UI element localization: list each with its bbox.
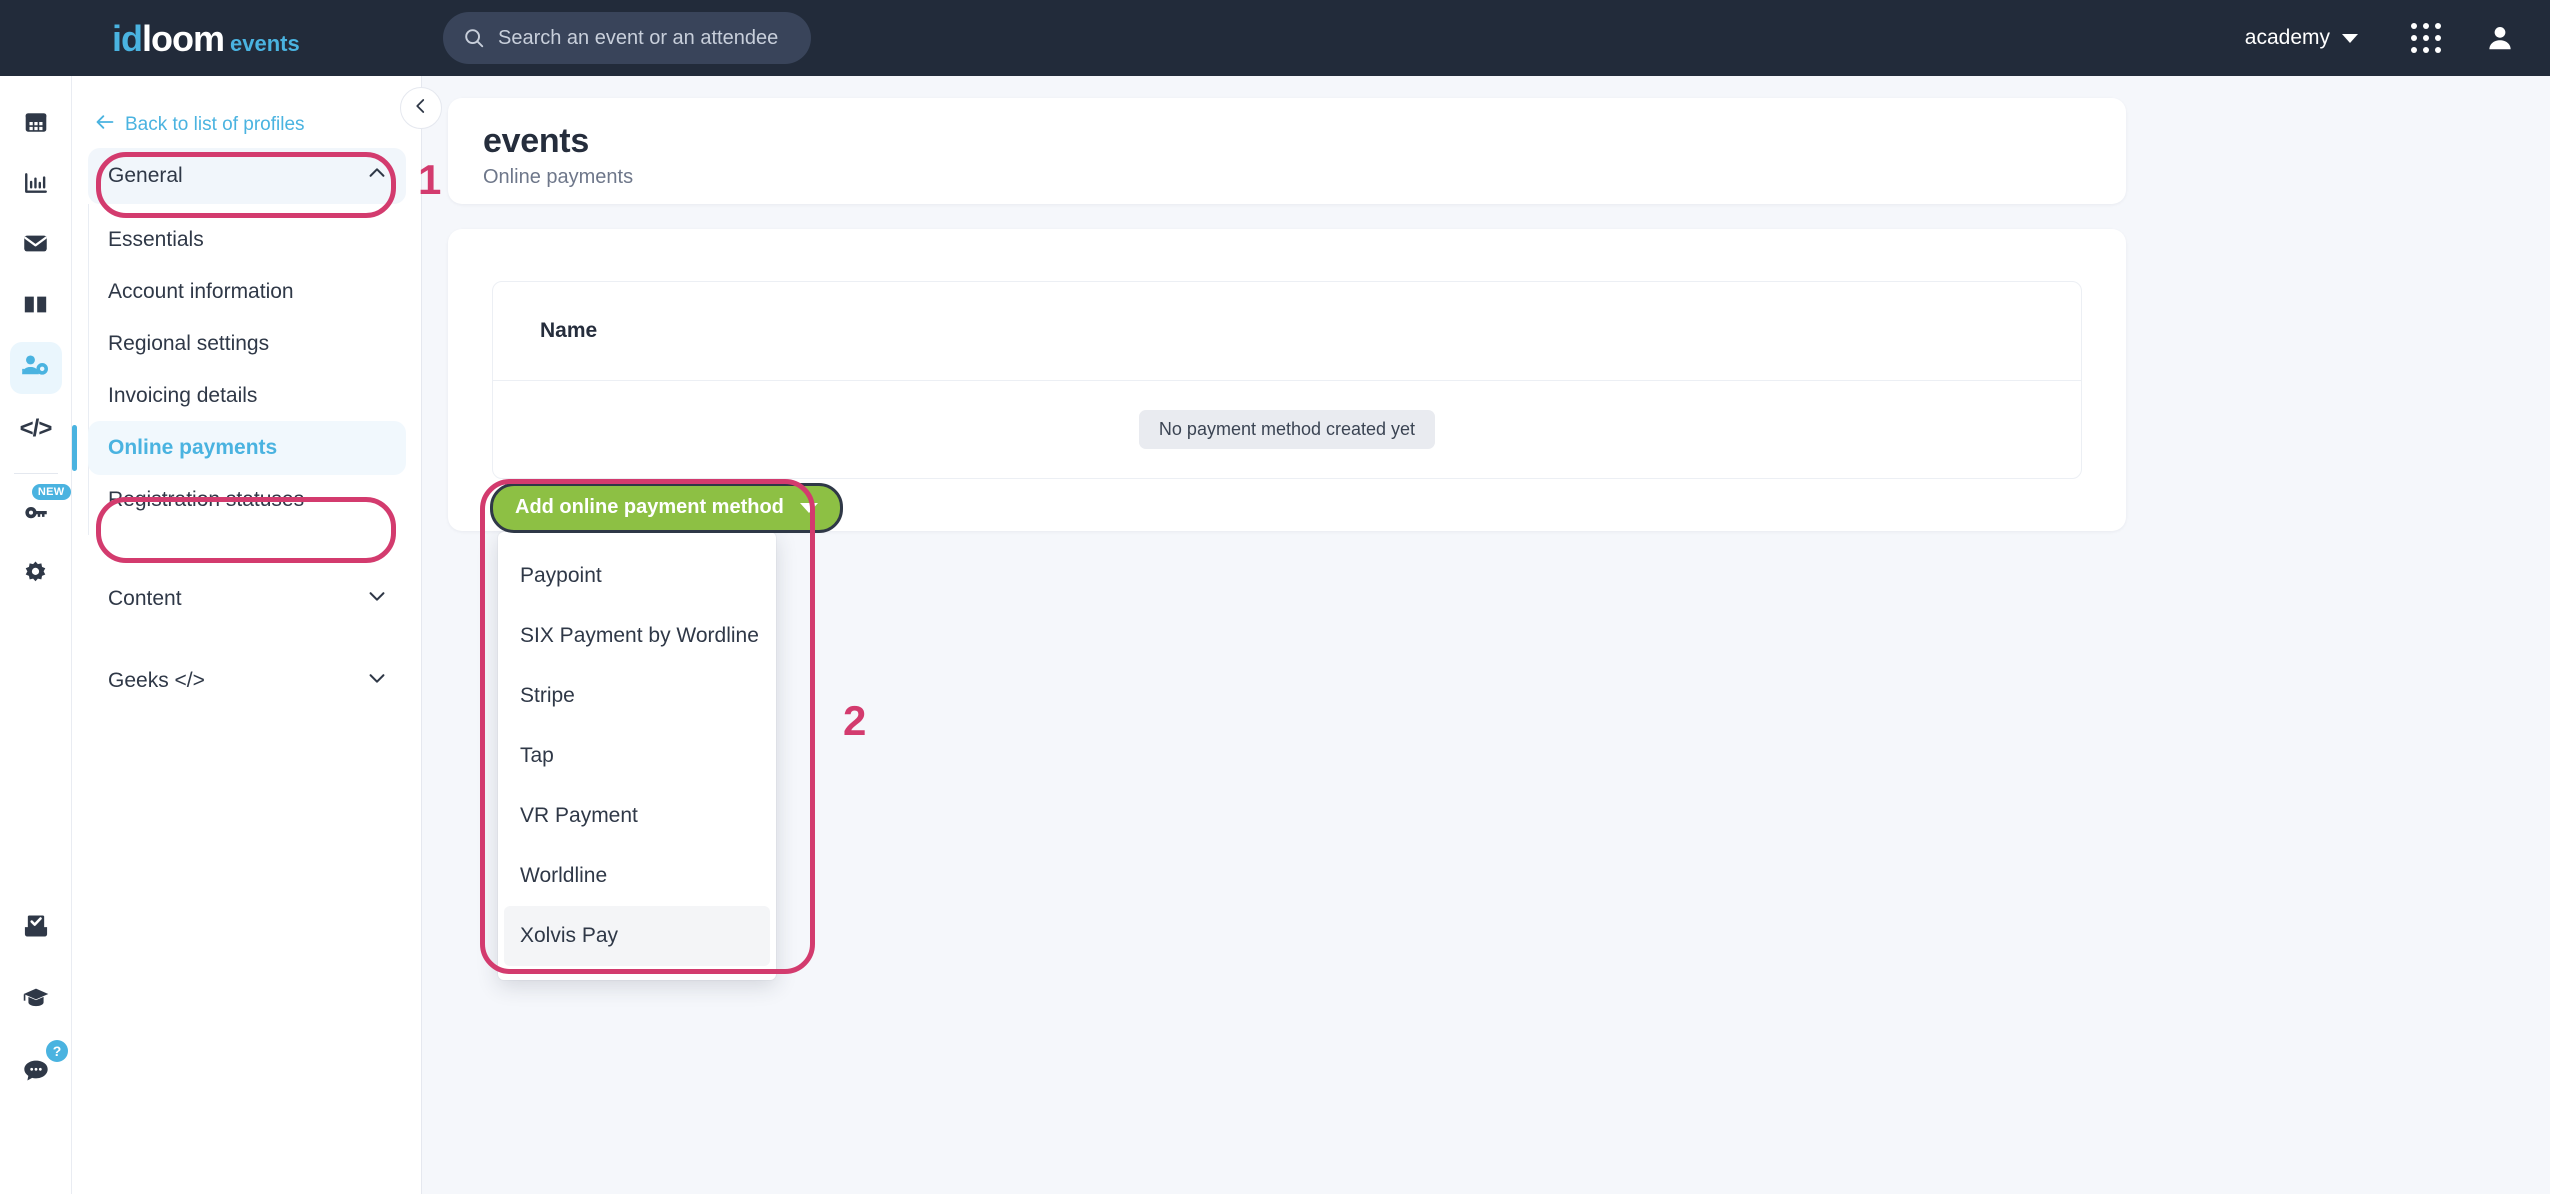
rail-item-email[interactable] (10, 220, 62, 272)
add-online-payment-method-button[interactable]: Add online payment method (490, 483, 843, 533)
search-box[interactable]: Search an event or an attendee (443, 12, 811, 64)
search-input-placeholder[interactable]: Search an event or an attendee (498, 27, 778, 50)
code-icon: </> (20, 415, 52, 443)
arrow-left-icon (95, 112, 115, 138)
menu-item-stripe-label: Stripe (520, 684, 575, 708)
table-header-row: Name (493, 282, 2081, 380)
rail-item-academy[interactable] (10, 974, 62, 1026)
statistics-icon (23, 170, 49, 201)
menu-item-worldline[interactable]: Worldline (498, 846, 776, 906)
logo-id-text: id (112, 18, 142, 60)
grid-apps-icon[interactable] (2398, 10, 2454, 66)
menu-item-stripe[interactable]: Stripe (498, 666, 776, 726)
top-bar: idloom events Search an event or an atte… (0, 0, 2550, 76)
email-icon (22, 230, 49, 262)
empty-state-message: No payment method created yet (1139, 410, 1435, 449)
key-icon (22, 498, 49, 530)
rail-item-settings[interactable] (10, 549, 62, 601)
rail-item-statistics[interactable] (10, 159, 62, 211)
rail-item-user-settings[interactable] (10, 342, 62, 394)
nav-group-general-label: General (108, 164, 183, 188)
nav-item-essentials[interactable]: Essentials (88, 213, 406, 267)
new-badge: NEW (32, 484, 71, 500)
menu-item-six-payment-by-wordline[interactable]: SIX Payment by Wordline (498, 606, 776, 666)
nav-group-general[interactable]: General (88, 148, 406, 204)
user-settings-icon (21, 352, 50, 384)
nav-group-geeks-label: Geeks </> (108, 669, 205, 693)
column-header-name: Name (540, 319, 597, 343)
settings-nav-panel: Back to list of profiles General Essenti… (72, 76, 422, 1194)
app-root: idloom events Search an event or an atte… (0, 0, 2550, 1194)
collapse-panel-button[interactable] (400, 87, 442, 129)
page-title: events (483, 122, 589, 161)
nav-item-invoicing-details-label: Invoicing details (108, 384, 257, 408)
caret-down-icon (800, 503, 818, 513)
menu-item-vr-payment-label: VR Payment (520, 804, 638, 828)
nav-item-essentials-label: Essentials (108, 228, 204, 252)
menu-item-vr-payment[interactable]: VR Payment (498, 786, 776, 846)
nav-item-account-information[interactable]: Account information (88, 265, 406, 319)
nav-group-content[interactable]: Content (88, 571, 406, 627)
add-payment-method-dropdown: Add online payment method Paypoint SIX P… (490, 483, 843, 533)
nav-item-registration-statuses[interactable]: Registration statuses (88, 473, 406, 527)
nav-item-online-payments-label: Online payments (108, 436, 277, 460)
account-name-label: academy (2245, 26, 2330, 50)
menu-item-paypoint[interactable]: Paypoint (498, 546, 776, 606)
rail-divider (14, 473, 58, 474)
back-link-label: Back to list of profiles (125, 114, 305, 136)
chevron-left-icon (412, 97, 430, 120)
rail-item-calendar[interactable] (10, 98, 62, 150)
nav-item-regional-settings-label: Regional settings (108, 332, 269, 356)
calendar-icon (23, 109, 49, 140)
nav-item-registration-statuses-label: Registration statuses (108, 488, 304, 512)
menu-item-xolvis-pay-label: Xolvis Pay (520, 924, 618, 948)
page-header-card: events Online payments (448, 98, 2126, 204)
user-avatar-icon[interactable] (2472, 10, 2528, 66)
nav-item-regional-settings[interactable]: Regional settings (88, 317, 406, 371)
chevron-up-icon (366, 162, 388, 190)
nav-group-general-items: Essentials Account information Regional … (72, 204, 422, 535)
chevron-down-icon (366, 585, 388, 613)
graduation-cap-icon (22, 984, 50, 1017)
topbar-right-group: academy (2229, 0, 2528, 76)
annotation-marker-1: 1 (418, 156, 441, 204)
nav-group-geeks[interactable]: Geeks </> (88, 653, 406, 709)
logo-loom-text: loom (142, 18, 224, 60)
payment-provider-menu: Paypoint SIX Payment by Wordline Stripe … (498, 532, 776, 980)
nav-group-content-label: Content (108, 587, 182, 611)
rail-item-help-chat[interactable]: ? (10, 1046, 62, 1098)
rail-item-api-keys[interactable]: NEW (10, 488, 62, 540)
app-logo[interactable]: idloom events (112, 18, 300, 60)
page-subtitle: Online payments (483, 166, 633, 189)
logo-events-text: events (230, 31, 300, 57)
payment-methods-table: Name No payment method created yet (492, 281, 2082, 479)
book-icon (22, 291, 49, 323)
search-icon (463, 27, 485, 49)
table-empty-state: No payment method created yet (493, 381, 2081, 478)
menu-item-paypoint-label: Paypoint (520, 564, 602, 588)
nav-item-account-information-label: Account information (108, 280, 294, 304)
nav-item-invoicing-details[interactable]: Invoicing details (88, 369, 406, 423)
back-to-profiles-link[interactable]: Back to list of profiles (95, 112, 305, 138)
chat-help-icon (22, 1056, 50, 1089)
gear-icon (22, 559, 49, 591)
help-badge: ? (46, 1040, 68, 1062)
account-switcher[interactable]: academy (2229, 26, 2374, 50)
rail-item-book[interactable] (10, 281, 62, 333)
nav-item-online-payments[interactable]: Online payments (88, 421, 406, 475)
icon-rail: </> NEW (0, 76, 72, 1194)
rail-item-code[interactable]: </> (10, 403, 62, 455)
menu-item-tap-label: Tap (520, 744, 554, 768)
menu-item-xolvis-pay[interactable]: Xolvis Pay (504, 906, 770, 966)
menu-item-tap[interactable]: Tap (498, 726, 776, 786)
rail-item-inbox[interactable] (10, 902, 62, 954)
inbox-check-icon (22, 912, 50, 945)
add-online-payment-method-label: Add online payment method (515, 496, 784, 519)
chevron-down-icon (2342, 34, 2358, 43)
menu-item-six-payment-by-wordline-label: SIX Payment by Wordline (520, 624, 759, 648)
annotation-marker-2: 2 (843, 697, 866, 745)
menu-item-worldline-label: Worldline (520, 864, 607, 888)
chevron-down-icon (366, 667, 388, 695)
